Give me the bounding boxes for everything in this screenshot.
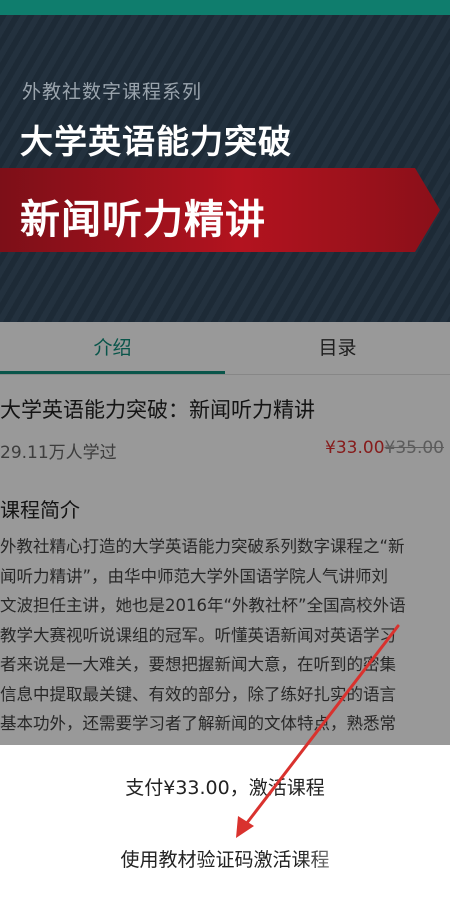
course-banner: 外教社数字课程系列 大学英语能力突破 新闻听力精讲 — [0, 15, 450, 322]
status-bar — [0, 0, 450, 15]
pay-activate-button[interactable]: 支付¥33.00，激活课程 — [0, 773, 450, 803]
banner-series-label: 外教社数字课程系列 — [22, 81, 203, 103]
banner-title: 大学英语能力突破 — [20, 122, 292, 161]
watermark-fade — [300, 835, 450, 924]
modal-backdrop[interactable] — [0, 322, 450, 745]
activation-sheet: 支付¥33.00，激活课程 使用教材验证码激活课程 — [0, 745, 450, 924]
banner-ribbon-text: 新闻听力精讲 — [20, 197, 266, 243]
